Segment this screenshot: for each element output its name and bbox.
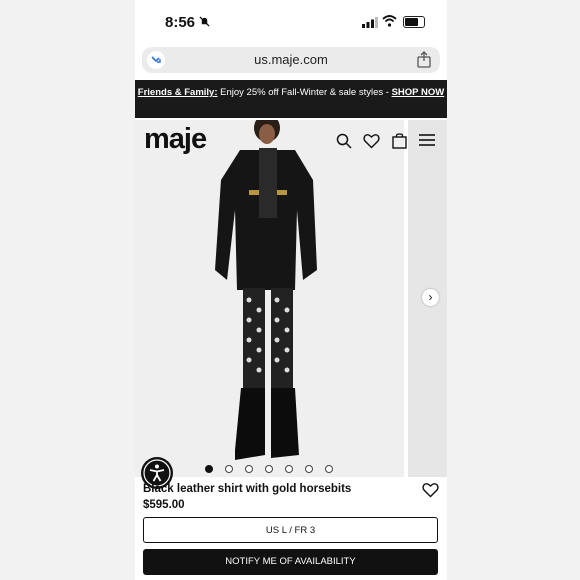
carousel-dot[interactable]: [325, 465, 333, 473]
product-image[interactable]: [135, 120, 404, 477]
carousel-dot[interactable]: [205, 465, 213, 473]
signal-icon: [362, 17, 378, 28]
bag-icon[interactable]: [392, 133, 407, 149]
promo-shop-now-link[interactable]: SHOP NOW: [392, 87, 445, 98]
product-price: $595.00: [143, 499, 185, 511]
chevron-right-icon[interactable]: ›: [422, 289, 439, 306]
address-bar[interactable]: us.maje.com: [142, 47, 440, 73]
size-select-button[interactable]: US L / FR 3: [143, 517, 438, 543]
url-text[interactable]: us.maje.com: [142, 52, 440, 67]
brand-logo[interactable]: maje: [144, 123, 207, 156]
model-figure: [215, 120, 317, 460]
battery-icon: [403, 16, 425, 28]
promo-banner[interactable]: Friends & Family: Enjoy 25% off Fall-Win…: [135, 80, 447, 118]
wifi-icon: [382, 15, 397, 27]
carousel-dot[interactable]: [285, 465, 293, 473]
carousel-dot[interactable]: [265, 465, 273, 473]
status-bar: 8:56: [135, 0, 447, 44]
status-time: 8:56: [165, 14, 196, 31]
carousel-dot[interactable]: [305, 465, 313, 473]
promo-text: Enjoy 25% off Fall-Winter & sale styles …: [217, 87, 392, 98]
phone-screen: 8:56 us.maje.com Friends & Family: Enjoy…: [135, 0, 447, 580]
carousel-dot[interactable]: [245, 465, 253, 473]
wishlist-heart-icon[interactable]: [422, 482, 439, 498]
search-icon[interactable]: [336, 133, 352, 149]
menu-icon[interactable]: [419, 133, 435, 147]
notify-availability-button[interactable]: NOTIFY ME OF AVAILABILITY: [143, 549, 438, 575]
bell-muted-icon: [199, 16, 210, 27]
heart-icon[interactable]: [363, 133, 380, 149]
carousel-dots[interactable]: [205, 460, 345, 478]
share-icon[interactable]: [417, 51, 431, 68]
promo-lead: Friends & Family:: [137, 87, 218, 98]
product-name: Black leather shirt with gold horsebits: [143, 483, 352, 495]
carousel-dot[interactable]: [225, 465, 233, 473]
